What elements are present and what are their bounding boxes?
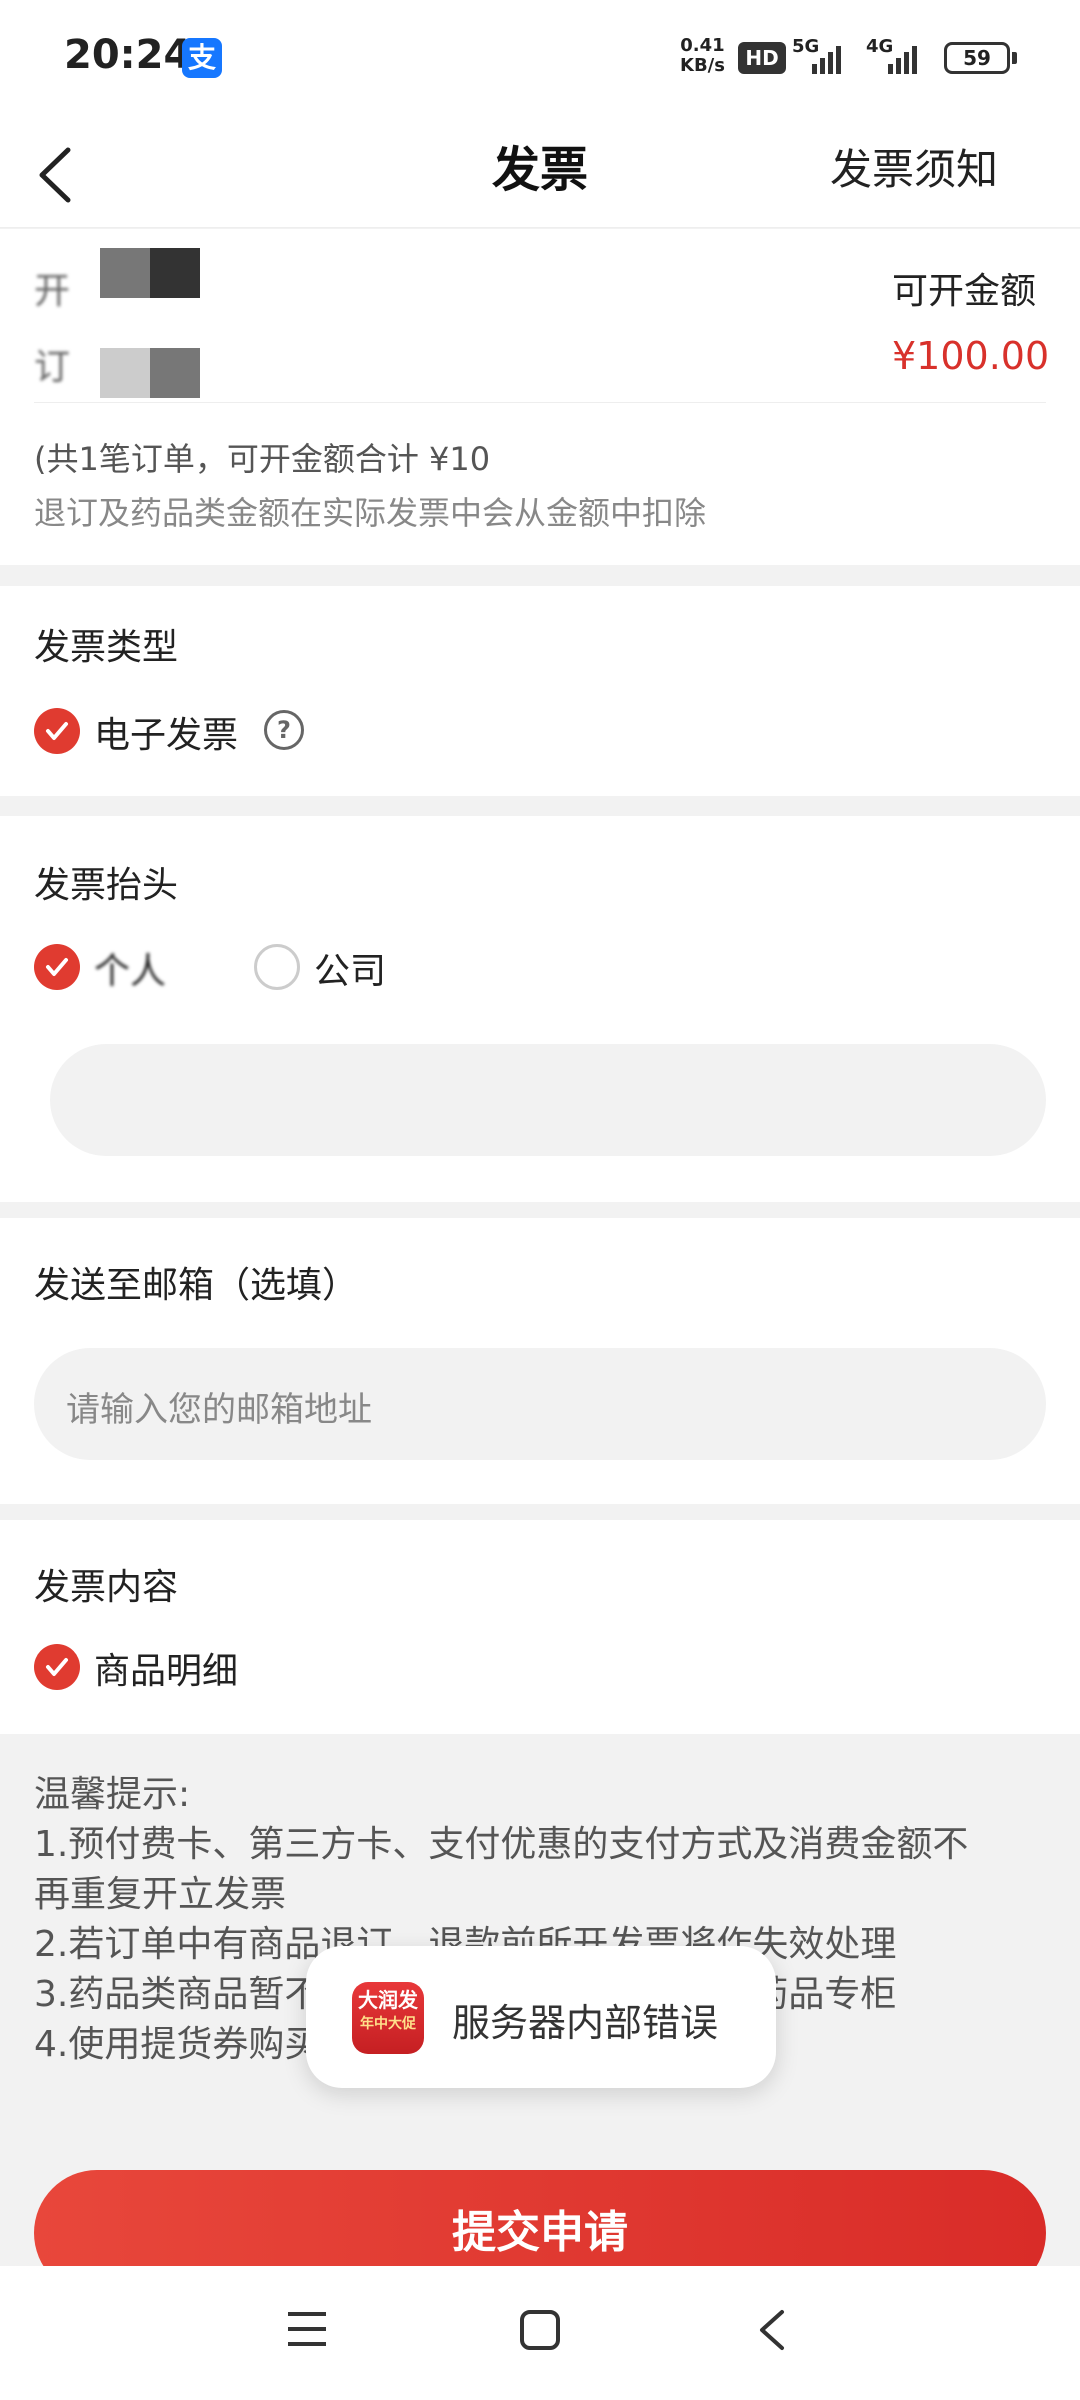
personal-label: 个人 [94, 951, 167, 992]
tip-line: 1.预付费卡、第三方卡、支付优惠的支付方式及消费金额不 [34, 1824, 969, 1865]
electronic-invoice-checkbox[interactable] [34, 708, 80, 754]
redacted-block [100, 348, 200, 398]
battery-tip [1012, 52, 1017, 64]
battery-icon: 59 [944, 42, 1010, 74]
help-icon[interactable]: ? [264, 710, 304, 750]
deduct-note: 退订及药品类金额在实际发票中会从金额中扣除 [34, 494, 707, 532]
order-line1-prefix: 开 [34, 271, 71, 312]
network-speed-unit: KB/s [680, 55, 725, 76]
check-icon [46, 722, 68, 740]
email-heading: 发送至邮箱（选填） [34, 1265, 359, 1306]
company-radio[interactable] [254, 944, 300, 990]
order-line2-prefix: 订 [34, 347, 71, 388]
electronic-invoice-label: 电子发票 [94, 715, 239, 756]
check-icon [46, 958, 68, 976]
tips-heading: 温馨提示: [34, 1774, 191, 1815]
home-icon[interactable] [518, 2308, 562, 2356]
check-icon [46, 1658, 68, 1676]
email-placeholder: 请输入您的邮箱地址 [66, 1390, 372, 1430]
app-logo-subtext: 年中大促 [360, 2016, 416, 2032]
invoice-notice-link[interactable]: 发票须知 [830, 136, 998, 197]
company-label: 公司 [314, 951, 387, 992]
amount-value: ¥100.00 [892, 334, 1050, 378]
app-logo-icon: 大润发 年中大促 [352, 1982, 424, 2054]
signal-bars-icon [812, 44, 841, 74]
network-speed-value: 0.41 [680, 35, 725, 56]
back-nav-icon[interactable] [752, 2306, 792, 2358]
divider [34, 402, 1046, 403]
goods-detail-label: 商品明细 [94, 1651, 239, 1692]
title-name-input[interactable] [50, 1044, 1046, 1156]
order-summary: (共1笔订单，可开金额合计 ¥10 [34, 440, 491, 478]
tip-line: 再重复开立发票 [34, 1874, 287, 1915]
redacted-block [100, 248, 200, 298]
personal-radio[interactable] [34, 944, 80, 990]
app-logo-text: 大润发 [358, 1988, 418, 2012]
menu-icon[interactable] [286, 2308, 328, 2354]
invoice-title-heading: 发票抬头 [34, 865, 179, 906]
amount-label: 可开金额 [892, 271, 1037, 312]
invoice-type-heading: 发票类型 [34, 627, 179, 668]
hd-icon: HD [738, 42, 786, 74]
page-title: 发票 [491, 142, 588, 198]
invoice-content-card [0, 1520, 1080, 1734]
network-speed: 0.41 KB/s [680, 36, 725, 76]
chevron-left-icon [39, 147, 71, 203]
status-time: 20:24 [64, 32, 192, 78]
alipay-icon: 支 [182, 38, 222, 78]
back-button[interactable] [30, 140, 90, 210]
toast-message: 服务器内部错误 [452, 2001, 719, 2045]
invoice-content-heading: 发票内容 [34, 1567, 179, 1608]
email-input[interactable]: 请输入您的邮箱地址 [34, 1348, 1046, 1460]
signal-bars-icon [888, 44, 917, 74]
goods-detail-checkbox[interactable] [34, 1644, 80, 1690]
